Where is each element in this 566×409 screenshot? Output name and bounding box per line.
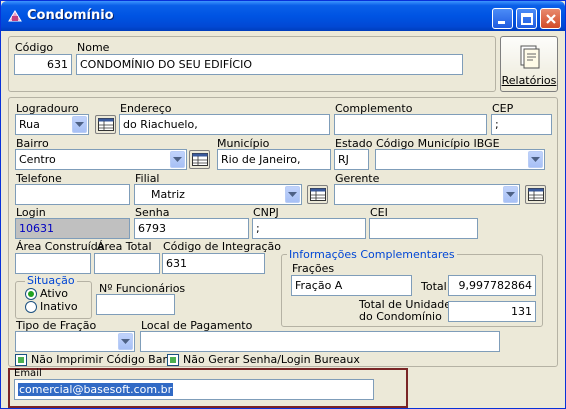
maximize-button[interactable]	[516, 8, 537, 29]
local-pagamento-field[interactable]	[140, 331, 500, 352]
chevron-down-icon[interactable]	[528, 151, 543, 168]
area-construida-field[interactable]	[15, 253, 91, 274]
area-construida-label: Área Construída	[16, 240, 105, 253]
unidades-label-2: do Condomínio	[359, 310, 442, 323]
title-bar[interactable]: Condomínio	[1, 1, 565, 31]
table-icon	[310, 188, 326, 201]
gerente-select[interactable]	[334, 184, 520, 205]
ativo-radio[interactable]	[25, 288, 37, 300]
ibge-select[interactable]	[375, 149, 545, 170]
complemento-field[interactable]	[334, 114, 487, 135]
inativo-radio[interactable]	[25, 301, 37, 313]
table-icon	[192, 153, 208, 166]
senha-field[interactable]: 6793	[134, 218, 249, 239]
email-field[interactable]: comercial@basesoft.com.br	[14, 379, 374, 400]
integracao-field[interactable]: 631	[162, 253, 265, 274]
filial-value: Matriz	[151, 188, 185, 201]
table-icon	[528, 188, 544, 201]
cei-field[interactable]	[369, 218, 478, 239]
inativo-label: Inativo	[40, 300, 78, 313]
ativo-label: Ativo	[40, 287, 68, 300]
nao-gerar-label: Não Gerar Senha/Login Bureaux	[183, 353, 360, 366]
area-total-label: Área Total	[97, 240, 152, 253]
total-label: Total	[421, 280, 447, 293]
logradouro-value: Rua	[19, 118, 40, 131]
unidades-field[interactable]: 131	[448, 301, 536, 322]
app-icon	[7, 9, 23, 23]
codigo-label: Código	[15, 41, 54, 54]
filial-select[interactable]: Matriz	[134, 184, 302, 205]
integracao-label: Código de Integração	[163, 240, 281, 253]
endereco-field[interactable]: do Riachuelo,	[119, 114, 330, 135]
close-button[interactable]	[540, 8, 561, 29]
gerente-lookup-button[interactable]	[525, 185, 546, 204]
municipio-field[interactable]: Rio de Janeiro,	[217, 149, 331, 170]
info-title: Informações Complementares	[287, 248, 457, 261]
condominio-window: Condomínio Código 631 Nome CONDOMÍNIO DO…	[0, 0, 566, 409]
funcionarios-field[interactable]	[96, 294, 175, 315]
nao-gerar-checkbox[interactable]	[167, 354, 179, 366]
email-value: comercial@basesoft.com.br	[18, 383, 174, 396]
tipo-fracao-select[interactable]	[15, 331, 135, 352]
codigo-field[interactable]: 631	[14, 54, 72, 75]
login-field: 10631	[15, 218, 130, 239]
fracao-field[interactable]: Fração A	[291, 275, 412, 296]
nao-imprimir-checkbox[interactable]	[15, 354, 27, 366]
situacao-label: Situação	[25, 274, 77, 287]
bairro-value: Centro	[19, 153, 56, 166]
telefone-field[interactable]	[15, 184, 130, 205]
minimize-button[interactable]	[492, 8, 513, 29]
estado-field[interactable]: RJ	[334, 149, 369, 170]
relatorios-label: Relatórios	[501, 74, 557, 87]
bairro-lookup-button[interactable]	[189, 150, 210, 169]
total-field[interactable]: 9,997782864	[448, 275, 536, 296]
chevron-down-icon[interactable]	[170, 151, 185, 168]
relatorios-button[interactable]: Relatórios	[500, 36, 558, 92]
chevron-down-icon[interactable]	[72, 116, 87, 133]
report-icon	[520, 45, 540, 69]
filial-lookup-button[interactable]	[307, 185, 328, 204]
nao-imprimir-label: Não Imprimir Código Barra	[31, 353, 179, 366]
nome-field[interactable]: CONDOMÍNIO DO SEU EDIFÍCIO	[76, 54, 463, 75]
chevron-down-icon[interactable]	[503, 186, 518, 203]
cep-field[interactable]: ;	[491, 114, 552, 135]
bairro-select[interactable]: Centro	[15, 149, 187, 170]
logradouro-lookup-button[interactable]	[95, 115, 116, 134]
chevron-down-icon[interactable]	[285, 186, 300, 203]
logradouro-select[interactable]: Rua	[15, 114, 89, 135]
table-icon	[98, 118, 114, 131]
cnpj-field[interactable]: ;	[252, 218, 366, 239]
nome-label: Nome	[77, 41, 110, 54]
area-total-field[interactable]	[94, 253, 160, 274]
email-label: Email	[14, 368, 42, 379]
fracoes-label: Frações	[292, 262, 335, 275]
chevron-down-icon[interactable]	[118, 333, 133, 350]
window-title: Condomínio	[27, 8, 114, 23]
